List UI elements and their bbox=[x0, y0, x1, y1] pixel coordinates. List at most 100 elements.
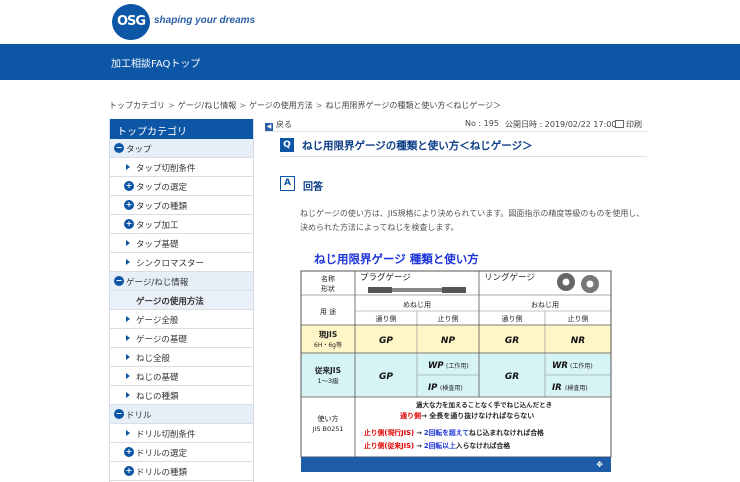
collapse-icon[interactable]: − bbox=[114, 143, 124, 153]
gr-code: GR bbox=[505, 336, 519, 346]
sidebar-item[interactable]: ドリル切削条件 bbox=[110, 424, 253, 443]
ring-gauge-image bbox=[557, 273, 599, 293]
expand-icon[interactable]: + bbox=[124, 466, 134, 476]
np-code: NP bbox=[441, 336, 456, 346]
sidebar-item-label: ゲージの基礎 bbox=[136, 335, 187, 345]
sidebar-item[interactable]: − ドリル bbox=[110, 405, 253, 424]
sidebar-item[interactable]: − ゲージ/ねじ情報 bbox=[110, 272, 253, 291]
caret-right-icon bbox=[126, 240, 130, 246]
sidebar-item[interactable]: タップ切削条件 bbox=[110, 158, 253, 177]
male-thread-label: おねじ用 bbox=[531, 301, 559, 309]
caret-right-icon bbox=[126, 164, 130, 170]
breadcrumb-item[interactable]: トップカテゴリ bbox=[109, 100, 165, 111]
usage-line-4: 止り側(従来JIS) → 2回転以上入らなければ合格 bbox=[364, 441, 510, 450]
sidebar-item[interactable]: + タップの種類 bbox=[110, 196, 253, 215]
category-sidebar: トップカテゴリ − タップ タップ切削条件 + タップの選定 + タップの種類 + タップ加工タ… bbox=[109, 119, 254, 482]
sidebar-list: − タップ タップ切削条件 + タップの選定 + タップの種類 + タップ加工 タップ基礎 シンクロ… bbox=[110, 139, 253, 481]
sidebar-item-label: タップ切削条件 bbox=[136, 164, 196, 174]
breadcrumb-item[interactable]: ゲージ/ねじ情報 bbox=[178, 100, 237, 111]
sidebar-item[interactable]: ゲージ全般 bbox=[110, 310, 253, 329]
expand-icon[interactable]: + bbox=[124, 181, 134, 191]
sidebar-item[interactable]: + ドリルの種類 bbox=[110, 462, 253, 481]
sidebar-item[interactable]: − タップ bbox=[110, 139, 253, 158]
usage-go-label: 通り側 bbox=[400, 411, 421, 420]
sidebar-item[interactable]: タップ基礎 bbox=[110, 234, 253, 253]
sidebar-item[interactable]: シンクロマスター bbox=[110, 253, 253, 272]
usage-line-1: 過大な力を加えることなく手でねじ込んだとき bbox=[415, 400, 552, 409]
breadcrumb-item[interactable]: ゲージの使用方法 bbox=[249, 100, 313, 111]
caret-right-icon bbox=[126, 354, 130, 360]
sidebar-item-label: ねじの基礎 bbox=[136, 373, 179, 383]
caret-right-icon bbox=[126, 392, 130, 398]
breadcrumb-separator: > bbox=[239, 101, 246, 110]
publish-date: 公開日時 : 2019/02/22 17:00 bbox=[505, 120, 617, 129]
old-jis-label: 従来JIS bbox=[314, 365, 341, 375]
caret-right-icon bbox=[126, 373, 130, 379]
wp-code: WP bbox=[428, 361, 444, 371]
sidebar-item[interactable]: ねじの基礎 bbox=[110, 367, 253, 386]
sidebar-item-label: ゲージの使用方法 bbox=[136, 297, 204, 307]
old-jis-grade: 1〜3級 bbox=[317, 376, 339, 385]
sidebar-item[interactable]: ゲージの使用方法 bbox=[110, 291, 253, 310]
question-badge: Q bbox=[280, 138, 294, 152]
ip-code: IP bbox=[428, 383, 438, 393]
article-toolbar: ◀ 戻る No : 195 公開日時 : 2019/02/22 17:00 印刷 bbox=[265, 118, 647, 132]
sidebar-item-label: ねじの種類 bbox=[136, 392, 179, 402]
sidebar-item[interactable]: + ドリルの選定 bbox=[110, 443, 253, 462]
article-number: No : 195 bbox=[465, 119, 499, 128]
question-title: ねじ用限界ゲージの種類と使い方＜ねじゲージ＞ bbox=[302, 140, 533, 152]
female-thread-label: めねじ用 bbox=[403, 301, 431, 309]
usage-current-turns: 2回転を超えて bbox=[424, 428, 469, 437]
back-arrow-icon: ◀ bbox=[265, 123, 273, 131]
nogo-side-label: 止り側 bbox=[438, 314, 459, 323]
ir-code: IR bbox=[552, 383, 562, 393]
sidebar-item-label: ねじ全般 bbox=[136, 354, 171, 364]
usage-arrow: → bbox=[416, 442, 422, 450]
collapse-icon[interactable]: − bbox=[114, 276, 124, 286]
sidebar-item[interactable]: + タップの選定 bbox=[110, 177, 253, 196]
thread-gauge-figure: ねじ用限界ゲージ 種類と使い方 名称 形状 用 途 プラグゲージ リングゲージ bbox=[300, 249, 612, 475]
sidebar-item-label: ドリル bbox=[126, 411, 152, 421]
gp-code: GP bbox=[379, 336, 393, 346]
sidebar-item-label: ゲージ/ねじ情報 bbox=[126, 278, 189, 288]
caret-right-icon bbox=[126, 335, 130, 341]
breadcrumb-separator: > bbox=[315, 101, 323, 110]
header-name: 名称 bbox=[321, 274, 335, 283]
expand-icon[interactable]: + bbox=[124, 447, 134, 457]
print-button[interactable]: 印刷 bbox=[615, 119, 642, 130]
back-button[interactable]: ◀ 戻る bbox=[265, 119, 292, 131]
site-header: OSG shaping your dreams bbox=[0, 0, 740, 44]
expand-icon[interactable]: + bbox=[124, 200, 134, 210]
sidebar-title: トップカテゴリ bbox=[110, 119, 253, 139]
sidebar-item-label: ゲージ全般 bbox=[136, 316, 179, 326]
sidebar-item[interactable]: ゲージの基礎 bbox=[110, 329, 253, 348]
collapse-icon[interactable]: − bbox=[114, 409, 124, 419]
printer-icon bbox=[615, 120, 624, 128]
answer-body: ねじゲージの使い方は、JIS規格により決められています。図面指示の精度等級のもの… bbox=[300, 209, 645, 232]
usage-standard: JIS B0251 bbox=[311, 425, 343, 433]
plug-gauge-image bbox=[368, 287, 466, 293]
sidebar-item-label: タップの種類 bbox=[136, 202, 188, 212]
wr-note: (工作用) bbox=[570, 362, 593, 370]
breadcrumb: トップカテゴリ > ゲージ/ねじ情報 > ゲージの使用方法 > ねじ用限界ゲージの種類と使い… bbox=[109, 100, 501, 111]
breadcrumb-separator: > bbox=[168, 101, 175, 110]
osg-logo[interactable]: OSG bbox=[112, 4, 150, 40]
sidebar-item[interactable]: ねじの種類 bbox=[110, 386, 253, 405]
faq-top-link[interactable]: 加工相談FAQトップ bbox=[111, 55, 200, 70]
current-jis-grade: 6H・6g等 bbox=[314, 341, 342, 349]
ring-gauge-label: リングゲージ bbox=[484, 272, 535, 283]
nogo-side-label: 止り側 bbox=[568, 314, 589, 323]
go-side-label: 通り側 bbox=[502, 314, 523, 323]
breadcrumb-current: ねじ用限界ゲージの種類と使い方＜ねじゲージ＞ bbox=[325, 101, 502, 110]
tagline: shaping your dreams bbox=[154, 15, 256, 26]
sidebar-item[interactable]: + タップ加工 bbox=[110, 215, 253, 234]
usage-go-rule: → 全長を通り抜けなければならない bbox=[421, 411, 534, 420]
expand-icon[interactable]: ✥ bbox=[596, 460, 603, 469]
sidebar-item[interactable]: ねじ全般 bbox=[110, 348, 253, 367]
usage-line-2: 通り側→ 全長を通り抜けなければならない bbox=[400, 411, 534, 420]
ir-note: (検査用) bbox=[565, 384, 588, 392]
current-jis-row-bg bbox=[301, 325, 611, 353]
current-jis-label: 現JIS bbox=[319, 330, 337, 339]
usage-current-rule: ねじ込まれなければ合格 bbox=[469, 428, 544, 437]
expand-icon[interactable]: + bbox=[124, 219, 134, 229]
